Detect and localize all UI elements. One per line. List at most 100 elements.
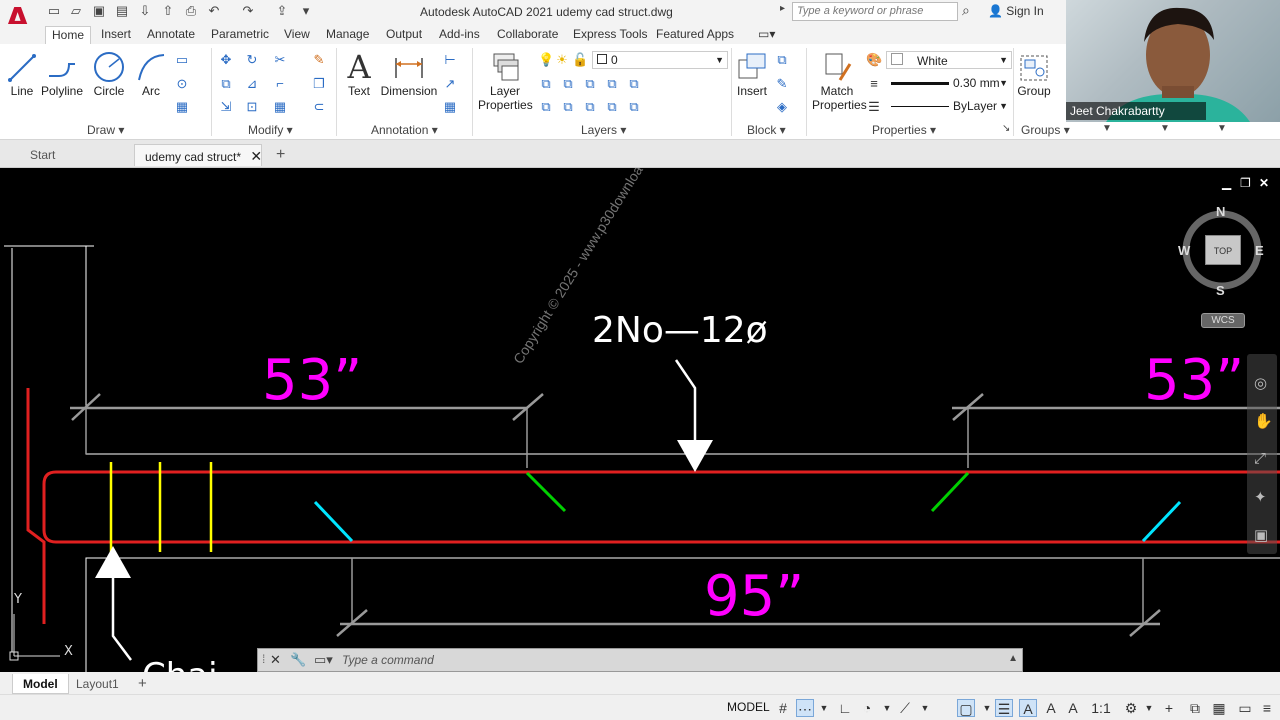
search-icon[interactable]: ⌕ xyxy=(962,2,970,19)
save-web-icon[interactable]: ⇧ xyxy=(160,3,176,19)
close-icon[interactable]: ✕ xyxy=(270,652,281,668)
gear-icon[interactable]: ⚙ xyxy=(1122,699,1140,717)
tab-model[interactable]: Model xyxy=(12,674,69,694)
info-center-arrow-icon[interactable]: ▸ xyxy=(780,3,785,14)
linetype-combo[interactable]: ByLayer ▼ xyxy=(886,97,1012,115)
chevron-down-icon[interactable]: ▼ xyxy=(1140,699,1158,717)
layer-thaw-icon[interactable]: ⧉ xyxy=(560,99,576,115)
model-space-button[interactable]: MODEL xyxy=(727,700,770,714)
layer-lock-icon[interactable]: 🔓 xyxy=(572,52,588,68)
sign-in-button[interactable]: 👤 Sign In xyxy=(988,4,1044,18)
isodraft-icon[interactable]: ⟋ xyxy=(896,699,914,717)
copy-icon[interactable]: ⧉ xyxy=(218,76,234,92)
layer-match-icon[interactable]: ⧉ xyxy=(582,76,598,92)
insert-block-button[interactable]: Insert xyxy=(734,50,770,98)
groups-panel-title[interactable]: Groups ▾ xyxy=(1021,123,1070,137)
layer-state-icon[interactable]: ⧉ xyxy=(538,76,554,92)
annotation-panel-title[interactable]: Annotation ▾ xyxy=(371,123,438,137)
tab-start[interactable]: Start xyxy=(20,144,65,166)
undo-icon[interactable]: ↶ xyxy=(206,3,222,19)
steering-wheel-icon[interactable]: ◎ xyxy=(1254,374,1267,392)
layer-unlock-icon[interactable]: ⧉ xyxy=(582,99,598,115)
recent-commands-icon[interactable]: ▭▾ xyxy=(314,652,333,668)
lineweight-icon[interactable]: ≡ xyxy=(866,76,882,92)
tab-layout1[interactable]: Layout1 xyxy=(66,674,129,694)
chevron-down-icon[interactable]: ▼ xyxy=(1217,123,1227,134)
block-attribute-icon[interactable]: ◈ xyxy=(774,99,790,115)
orbit-icon[interactable]: ✦ xyxy=(1254,488,1267,506)
scale-selector[interactable]: 1:1 ▾ xyxy=(1088,699,1114,720)
color-combo[interactable]: White ▼ xyxy=(886,51,1012,69)
grid-icon[interactable]: # xyxy=(774,699,792,717)
tab-featured-apps[interactable]: Featured Apps xyxy=(650,26,740,44)
layer-walk-icon[interactable]: ⧉ xyxy=(626,76,642,92)
text-button[interactable]: A Text xyxy=(344,50,374,98)
tab-view[interactable]: View xyxy=(278,26,316,44)
wcs-menu[interactable]: WCS xyxy=(1201,313,1245,328)
redo-icon[interactable]: ↷ xyxy=(240,3,256,19)
layer-properties-button[interactable]: Layer Properties xyxy=(478,50,533,112)
trim-icon[interactable]: ✂ xyxy=(272,52,288,68)
annotation-scale-icon[interactable]: A xyxy=(1019,699,1037,717)
chevron-down-icon[interactable]: ▼ xyxy=(878,699,896,717)
compass-s[interactable]: S xyxy=(1216,283,1225,298)
pan-hand-icon[interactable]: ✋ xyxy=(1254,412,1273,430)
tab-collaborate[interactable]: Collaborate xyxy=(491,26,564,44)
lineweight-display-icon[interactable]: ☰ xyxy=(995,699,1013,717)
rotate-icon[interactable]: ↻ xyxy=(244,52,260,68)
save-as-icon[interactable]: ▤ xyxy=(114,3,130,19)
command-input[interactable]: Type a command xyxy=(342,653,434,667)
stretch-icon[interactable]: ⇲ xyxy=(218,99,234,115)
chevron-down-icon[interactable]: ▼ xyxy=(978,699,996,717)
osnap-icon[interactable]: ▢ xyxy=(957,699,975,717)
search-input[interactable]: Type a keyword or phrase xyxy=(792,2,958,21)
customize-icon[interactable]: 🔧 xyxy=(290,652,306,668)
layer-current-icon[interactable]: ⧉ xyxy=(604,99,620,115)
polyline-button[interactable]: Polyline xyxy=(40,50,84,98)
edit-block-icon[interactable]: ✎ xyxy=(774,76,790,92)
grip-icon[interactable]: ⁞ xyxy=(262,652,265,666)
navigation-bar[interactable]: ◎ ✋ ⤢ ✦ ▣ xyxy=(1247,354,1277,554)
layer-iso-icon[interactable]: ⧉ xyxy=(560,76,576,92)
tab-annotate[interactable]: Annotate xyxy=(141,26,201,44)
create-block-icon[interactable]: ⧉ xyxy=(774,52,790,68)
explode-icon[interactable]: ❐ xyxy=(311,76,327,92)
viewport-restore-icon[interactable]: ❐ xyxy=(1240,176,1251,190)
tab-express-tools[interactable]: Express Tools xyxy=(567,26,653,44)
properties-panel-title[interactable]: Properties ▾ xyxy=(872,123,936,137)
line-button[interactable]: Line xyxy=(6,50,38,98)
add-layout-icon[interactable]: + xyxy=(128,674,157,694)
tab-add-ins[interactable]: Add-ins xyxy=(433,26,486,44)
properties-launcher-icon[interactable]: ↘ xyxy=(1002,123,1010,134)
group-button[interactable]: Group xyxy=(1016,50,1052,98)
layer-off-icon[interactable]: ⧉ xyxy=(538,99,554,115)
lineweight-combo[interactable]: 0.30 mm ▼ xyxy=(886,74,1012,92)
mirror-icon[interactable]: ⊿ xyxy=(244,76,260,92)
tab-drawing[interactable]: udemy cad struct* ✕ xyxy=(134,144,262,166)
viewcube-top-face[interactable]: TOP xyxy=(1205,235,1241,265)
scale-icon[interactable]: ⊡ xyxy=(244,99,260,115)
layers-panel-title[interactable]: Layers ▾ xyxy=(581,123,626,137)
tab-parametric[interactable]: Parametric xyxy=(205,26,275,44)
tab-manage[interactable]: Manage xyxy=(320,26,375,44)
ribbon-minimize-icon[interactable]: ▭▾ xyxy=(752,26,781,44)
compass-n[interactable]: N xyxy=(1216,204,1225,219)
chevron-down-icon[interactable]: ▼ xyxy=(815,699,833,717)
chevron-down-icon[interactable]: ▼ xyxy=(916,699,934,717)
snap-icon[interactable]: ⋯ xyxy=(796,699,814,717)
match-properties-button[interactable]: Match Properties xyxy=(812,50,867,112)
isolate-objects-icon[interactable]: ⧉ xyxy=(1186,699,1204,717)
command-line[interactable]: ⁞ ✕ 🔧 ▭▾ Type a command ▲ xyxy=(257,648,1023,672)
viewport-minimize-icon[interactable]: ▁ xyxy=(1222,176,1231,190)
linetype-icon[interactable]: ☰ xyxy=(866,99,882,115)
new-file-icon[interactable]: ▭ xyxy=(46,3,62,19)
layer-merge-icon[interactable]: ⧉ xyxy=(626,99,642,115)
save-icon[interactable]: ▣ xyxy=(91,3,107,19)
layer-prev-icon[interactable]: ⧉ xyxy=(604,76,620,92)
zoom-icon[interactable]: ⤢ xyxy=(1254,450,1266,467)
move-icon[interactable]: ✥ xyxy=(218,52,234,68)
draw-panel-title[interactable]: Draw ▾ xyxy=(87,123,124,137)
open-web-icon[interactable]: ⇩ xyxy=(137,3,153,19)
chevron-down-icon[interactable]: ▼ xyxy=(1102,123,1112,134)
circle-button[interactable]: Circle xyxy=(90,50,128,98)
